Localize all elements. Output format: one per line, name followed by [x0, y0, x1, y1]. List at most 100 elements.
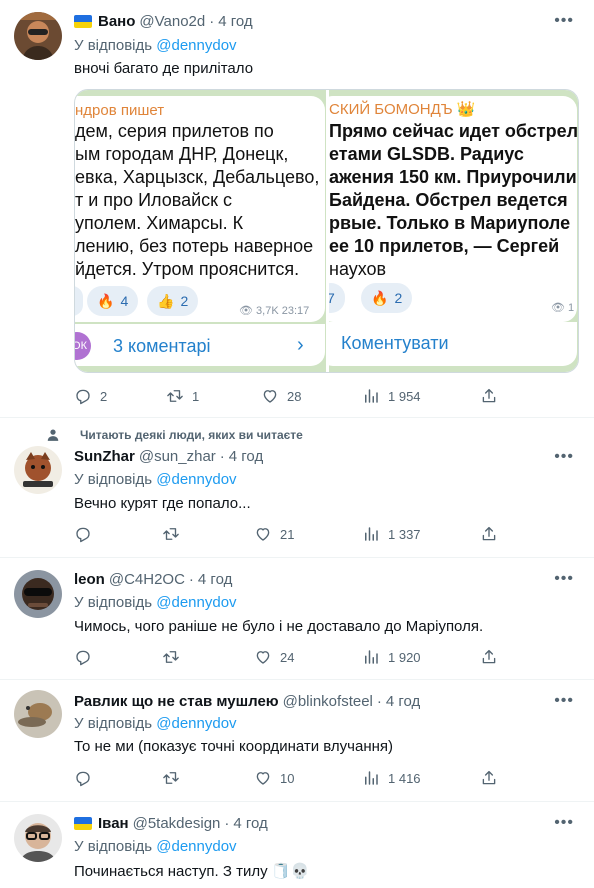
share-button[interactable]	[480, 769, 498, 787]
share-button[interactable]	[480, 387, 498, 405]
retweet-button[interactable]	[162, 648, 180, 666]
tweet-header: SunZhar @sun_zhar · 4 год	[74, 448, 264, 465]
like-button[interactable]: 28	[261, 387, 301, 405]
more-options-icon[interactable]: •••	[554, 448, 574, 466]
tweet-header: leon @C4H2OC · 4 год	[74, 571, 233, 588]
tweet-header: Равлик що не став мушлею @blinkofsteel ·…	[74, 693, 421, 710]
reply-context: У відповідь @dennydov	[74, 838, 237, 855]
tweet[interactable]: Вано @Vano2d · 4 год ••• У відповідь @de…	[0, 0, 594, 418]
views-icon	[362, 648, 380, 666]
user-handle[interactable]: @C4H2OC	[109, 571, 185, 588]
tweet[interactable]: Іван @5takdesign · 4 год ••• У відповідь…	[0, 802, 594, 888]
timestamp[interactable]: 4 год	[229, 448, 263, 465]
tweet-feed: Вано @Vano2d · 4 год ••• У відповідь @de…	[0, 0, 594, 888]
heart-icon	[254, 769, 272, 787]
like-button[interactable]: 21	[254, 525, 294, 543]
retweet-icon	[162, 769, 180, 787]
media-image-left[interactable]: ндров пишет дем, серия прилетов по ым го…	[75, 90, 326, 372]
retweet-icon	[166, 387, 184, 405]
more-options-icon[interactable]: •••	[554, 814, 574, 832]
crown-icon: 👑	[456, 101, 476, 118]
display-name[interactable]: SunZhar	[74, 448, 135, 465]
views-button[interactable]: 1 337	[362, 525, 421, 543]
tweet[interactable]: Читають деякі люди, яких ви читаєте SunZ…	[0, 418, 594, 558]
user-handle[interactable]: @Vano2d	[139, 13, 205, 30]
ukraine-flag-icon	[74, 15, 92, 28]
reaction-chip: 👍 2	[147, 286, 199, 316]
reply-button[interactable]	[74, 769, 92, 787]
reply-mention-link[interactable]: @dennydov	[156, 471, 236, 488]
reply-context: У відповідь @dennydov	[74, 594, 237, 611]
display-name[interactable]: Равлик що не став мушлею	[74, 693, 279, 710]
reply-mention-link[interactable]: @dennydov	[156, 37, 236, 54]
reply-mention-link[interactable]: @dennydov	[156, 715, 236, 732]
tweet-text: Чимось, чого раніше не було і не достава…	[74, 618, 484, 635]
tweet[interactable]: leon @C4H2OC · 4 год ••• У відповідь @de…	[0, 558, 594, 680]
retweet-icon	[162, 525, 180, 543]
timestamp[interactable]: 4 год	[233, 815, 267, 832]
views-icon	[362, 769, 380, 787]
user-handle[interactable]: @sun_zhar	[139, 448, 216, 465]
heart-icon	[254, 648, 272, 666]
reply-mention-link[interactable]: @dennydov	[156, 838, 236, 855]
user-handle[interactable]: @blinkofsteel	[283, 693, 373, 710]
more-options-icon[interactable]: •••	[554, 692, 574, 710]
display-name[interactable]: Вано	[98, 13, 135, 30]
timestamp[interactable]: 4 год	[386, 693, 420, 710]
share-icon	[480, 387, 498, 405]
reply-button[interactable]	[74, 525, 92, 543]
views-button[interactable]: 1 416	[362, 769, 421, 787]
display-name[interactable]: Іван	[98, 815, 129, 832]
fire-icon: 🔥	[97, 292, 115, 309]
tweet-header: Іван @5takdesign · 4 год	[74, 815, 268, 832]
views-icon	[362, 525, 380, 543]
timestamp[interactable]: 4 год	[218, 13, 252, 30]
tweet[interactable]: Равлик що не став мушлею @blinkofsteel ·…	[0, 680, 594, 802]
reply-button[interactable]: 2	[74, 387, 107, 405]
views-button[interactable]: 1 954	[362, 387, 421, 405]
media-image-right[interactable]: СКИЙ БОМОНДЪ 👑 Прямо сейчас идет обстрел…	[329, 90, 578, 372]
reply-icon	[74, 525, 92, 543]
eye-icon: 👁	[551, 302, 565, 314]
chevron-right-icon: ›	[297, 334, 304, 356]
like-button[interactable]: 10	[254, 769, 294, 787]
retweet-button[interactable]: 1	[166, 387, 199, 405]
toilet-paper-icon: 🧻	[271, 863, 291, 880]
reply-context: У відповідь @dennydov	[74, 471, 237, 488]
reaction-chip: 🔥 4	[87, 286, 139, 316]
views-icon	[362, 387, 380, 405]
heart-icon	[254, 525, 272, 543]
display-name[interactable]: leon	[74, 571, 105, 588]
comments-link: 3 коментарі	[113, 336, 211, 356]
avatar[interactable]	[14, 12, 62, 60]
reply-button[interactable]	[74, 648, 92, 666]
retweet-icon	[162, 648, 180, 666]
retweet-button[interactable]	[162, 525, 180, 543]
reply-icon	[74, 387, 92, 405]
thumbs-up-icon: 👍	[157, 292, 175, 309]
user-handle[interactable]: @5takdesign	[133, 815, 221, 832]
retweet-button[interactable]	[162, 769, 180, 787]
avatar[interactable]	[14, 570, 62, 618]
social-context: Читають деякі люди, яких ви читаєте	[46, 428, 303, 442]
reply-mention-link[interactable]: @dennydov	[156, 594, 236, 611]
tweet-actions: 24 1 920	[74, 648, 504, 668]
message-meta: 👁 1	[551, 302, 575, 314]
timestamp[interactable]: 4 год	[198, 571, 232, 588]
share-button[interactable]	[480, 648, 498, 666]
more-options-icon[interactable]: •••	[554, 12, 574, 30]
tweet-actions: 21 1 337	[74, 525, 504, 545]
share-button[interactable]	[480, 525, 498, 543]
tweet-media[interactable]: ндров пишет дем, серия прилетов по ым го…	[74, 89, 579, 373]
fire-icon: 🔥	[371, 289, 389, 306]
avatar[interactable]	[14, 690, 62, 738]
reply-icon	[74, 648, 92, 666]
avatar[interactable]	[14, 814, 62, 862]
tweet-text: То не ми (показує точні координати влуча…	[74, 738, 393, 755]
tweet-actions: 2 1 28 1 954	[74, 387, 504, 407]
message-meta: 👁 3,7K 23:17	[239, 305, 310, 317]
like-button[interactable]: 24	[254, 648, 294, 666]
more-options-icon[interactable]: •••	[554, 570, 574, 588]
views-button[interactable]: 1 920	[362, 648, 421, 666]
avatar[interactable]	[14, 446, 62, 494]
